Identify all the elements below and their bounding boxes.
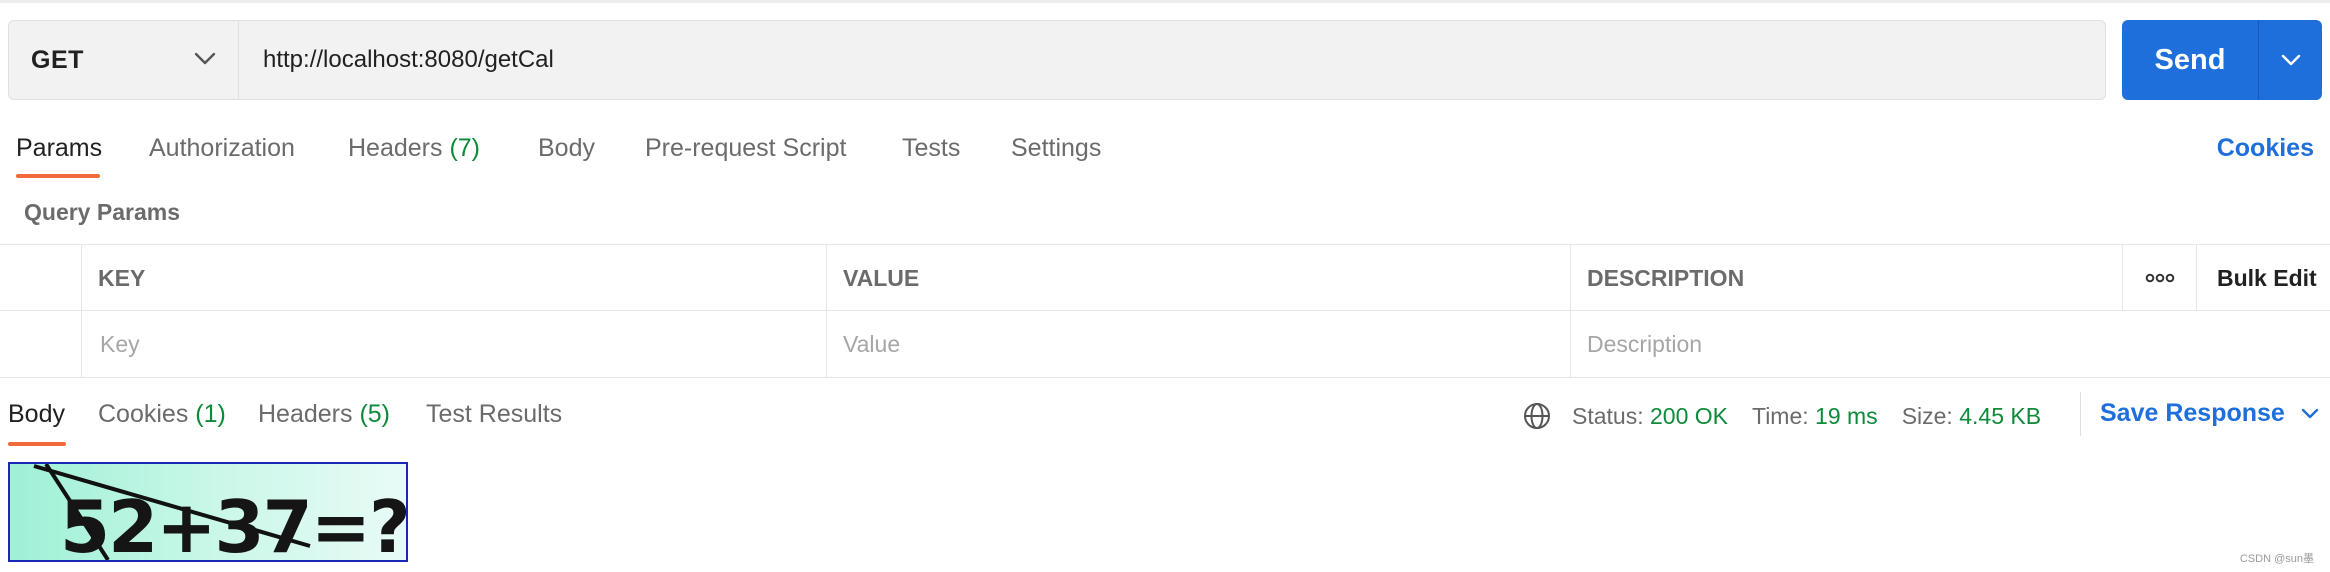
description-input[interactable]: Description (1570, 311, 2330, 377)
time-value[interactable]: 19 ms (1815, 403, 1878, 430)
cookies-link[interactable]: Cookies (2217, 134, 2314, 163)
response-status-area: Status: 200 OK Time: 19 ms Size: 4.45 KB (1522, 396, 2041, 436)
checkbox-column-header (0, 245, 81, 311)
save-response-label: Save Response (2100, 399, 2285, 427)
tab-response-headers[interactable]: Headers (5) (258, 400, 390, 429)
size-value[interactable]: 4.45 KB (1959, 403, 2041, 430)
tab-count: (5) (359, 400, 391, 428)
status-divider (2080, 392, 2081, 436)
table-row: Key Value Description (0, 311, 2330, 377)
tab-label: Body (538, 134, 595, 162)
size-label: Size: (1901, 402, 1953, 429)
time-label: Time: (1752, 402, 1809, 429)
request-tabs: Params Authorization Headers (7) Body Pr… (0, 128, 2330, 180)
tab-label: Settings (1011, 134, 1102, 162)
send-options-button[interactable] (2259, 20, 2322, 100)
request-bar: GET http://localhost:8080/getCal (8, 20, 2106, 100)
tab-authorization[interactable]: Authorization (149, 134, 295, 163)
more-options-button[interactable] (2122, 245, 2196, 311)
tab-body[interactable]: Body (538, 134, 595, 163)
tab-pre-request-script[interactable]: Pre-request Script (645, 134, 846, 163)
tab-tests[interactable]: Tests (902, 134, 960, 163)
tab-label: Tests (902, 134, 961, 162)
top-divider (0, 0, 2330, 3)
tab-settings[interactable]: Settings (1011, 134, 1101, 163)
table-header-row: KEY VALUE DESCRIPTION Bulk Edit (0, 245, 2330, 311)
method-label: GET (31, 45, 84, 74)
chevron-down-icon (194, 52, 216, 65)
tab-label: Cookies (98, 400, 189, 428)
query-params-title: Query Params (24, 199, 180, 225)
tab-label: Body (8, 400, 65, 428)
tab-label: Test Results (426, 400, 563, 428)
active-tab-indicator (8, 442, 66, 446)
ellipsis-icon (2145, 273, 2174, 283)
send-button-group: Send (2122, 20, 2322, 100)
save-response-button[interactable]: Save Response (2100, 399, 2319, 428)
tab-response-cookies[interactable]: Cookies (1) (98, 400, 226, 429)
active-tab-indicator (16, 174, 100, 178)
key-input[interactable]: Key (81, 311, 826, 377)
status-label: Status: (1572, 402, 1644, 429)
tab-label: Pre-request Script (645, 134, 847, 162)
row-checkbox (0, 311, 81, 377)
value-column-header: VALUE (826, 245, 1570, 311)
tab-label: Params (16, 134, 103, 162)
tab-label: Authorization (149, 134, 295, 162)
tab-headers[interactable]: Headers (7) (348, 134, 480, 163)
query-params-table: KEY VALUE DESCRIPTION Bulk Edit Key Valu… (0, 244, 2330, 378)
url-input[interactable]: http://localhost:8080/getCal (239, 21, 2105, 99)
chevron-down-icon (2301, 408, 2319, 418)
description-column-header: DESCRIPTION (1570, 245, 2122, 311)
tab-params[interactable]: Params (16, 134, 102, 163)
tab-response-body[interactable]: Body (8, 400, 65, 429)
send-button[interactable]: Send (2122, 20, 2258, 100)
value-input[interactable]: Value (826, 311, 1570, 377)
tab-test-results[interactable]: Test Results (426, 400, 562, 429)
tab-label: Headers (348, 134, 443, 162)
key-column-header: KEY (81, 245, 826, 311)
tab-label: Headers (258, 400, 353, 428)
bulk-edit-button[interactable]: Bulk Edit (2196, 245, 2330, 311)
tab-count: (1) (195, 400, 226, 428)
method-select[interactable]: GET (9, 21, 239, 99)
globe-icon[interactable] (1522, 401, 1552, 431)
captcha-text: 52+37=? (60, 485, 406, 560)
captcha-image: 52+37=? (8, 462, 408, 562)
chevron-down-icon (2281, 54, 2300, 66)
tab-count: (7) (449, 134, 481, 162)
status-value[interactable]: 200 OK (1650, 403, 1728, 430)
watermark: CSDN @sun墨 (2239, 553, 2314, 565)
